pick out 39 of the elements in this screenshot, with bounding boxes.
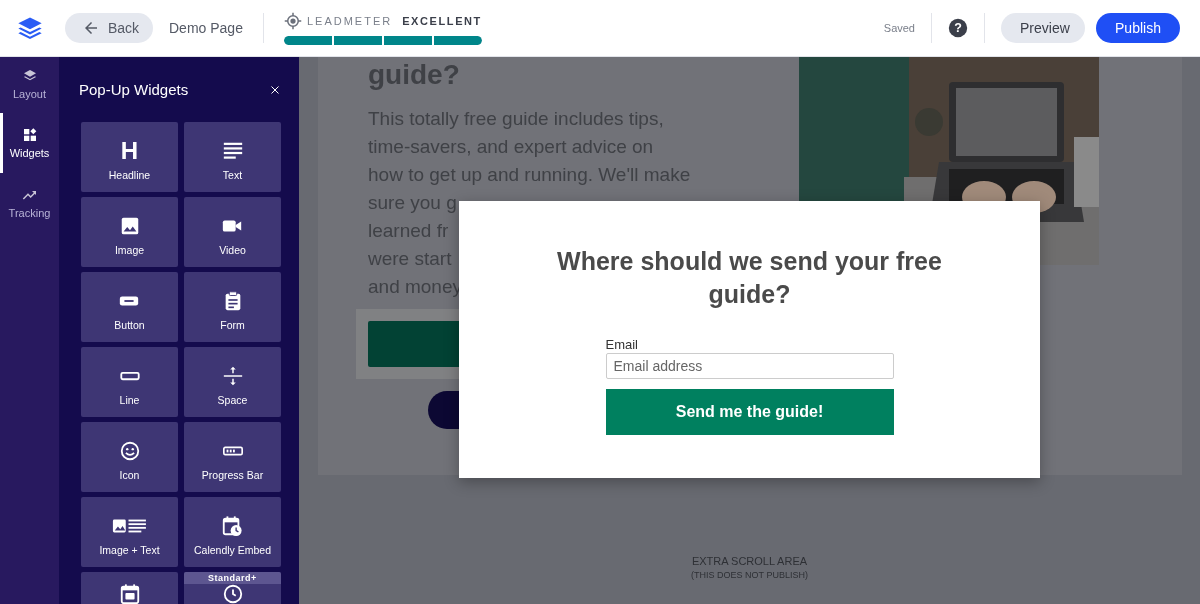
popup-title: Where should we send your free guide? (556, 246, 943, 310)
publish-button[interactable]: Publish (1096, 13, 1180, 43)
page-name: Demo Page (169, 20, 243, 36)
target-icon (283, 11, 302, 30)
leadmeter-rating: EXCELLENT (402, 14, 482, 27)
panel-title: Pop-Up Widgets (79, 81, 189, 98)
widget-tile[interactable]: Button (81, 272, 178, 342)
widget-tile[interactable]: Space (184, 347, 281, 417)
preview-button[interactable]: Preview (1001, 13, 1085, 43)
smiley-icon (118, 439, 141, 462)
extra-area-title: EXTRA SCROLL AREA (691, 555, 808, 567)
widget-tile[interactable]: Video (184, 197, 281, 267)
rail-tab[interactable]: Layout (0, 55, 59, 113)
widget-tile[interactable]: Image (81, 197, 178, 267)
close-icon[interactable] (269, 83, 281, 96)
headline-glyph: H (120, 139, 139, 162)
rail-tab[interactable]: Tracking (0, 173, 59, 233)
calendar-clock-icon (221, 514, 244, 537)
vertical-arrows-icon (221, 364, 244, 387)
email-field[interactable]: Email address (605, 353, 894, 379)
widget-tile[interactable]: Icon (81, 422, 178, 492)
plan-badge: Standard+ (184, 572, 281, 584)
widget-tile[interactable]: H Headline (81, 122, 178, 192)
back-button[interactable]: Back (65, 13, 153, 43)
widget-tile[interactable]: Calendly Embed (184, 497, 281, 567)
widget-tile[interactable]: Image + Text (81, 497, 178, 567)
widget-tile[interactable]: Progress Bar (184, 422, 281, 492)
widget-tile[interactable]: Form (184, 272, 281, 342)
widget-tile[interactable]: Line (81, 347, 178, 417)
field-label: Email (605, 337, 639, 353)
save-status: Saved (883, 22, 915, 34)
submit-button[interactable]: Send me the guide! (605, 389, 894, 435)
help-icon[interactable]: ? (948, 18, 968, 38)
clock-icon (221, 583, 244, 604)
leadmeter-label: LEADMETER (306, 14, 393, 27)
widgets-icon (21, 127, 38, 143)
widget-tile[interactable]: Standard+ (184, 572, 281, 604)
widget-tile[interactable]: Text (184, 122, 281, 192)
calendar-icon (118, 583, 141, 604)
